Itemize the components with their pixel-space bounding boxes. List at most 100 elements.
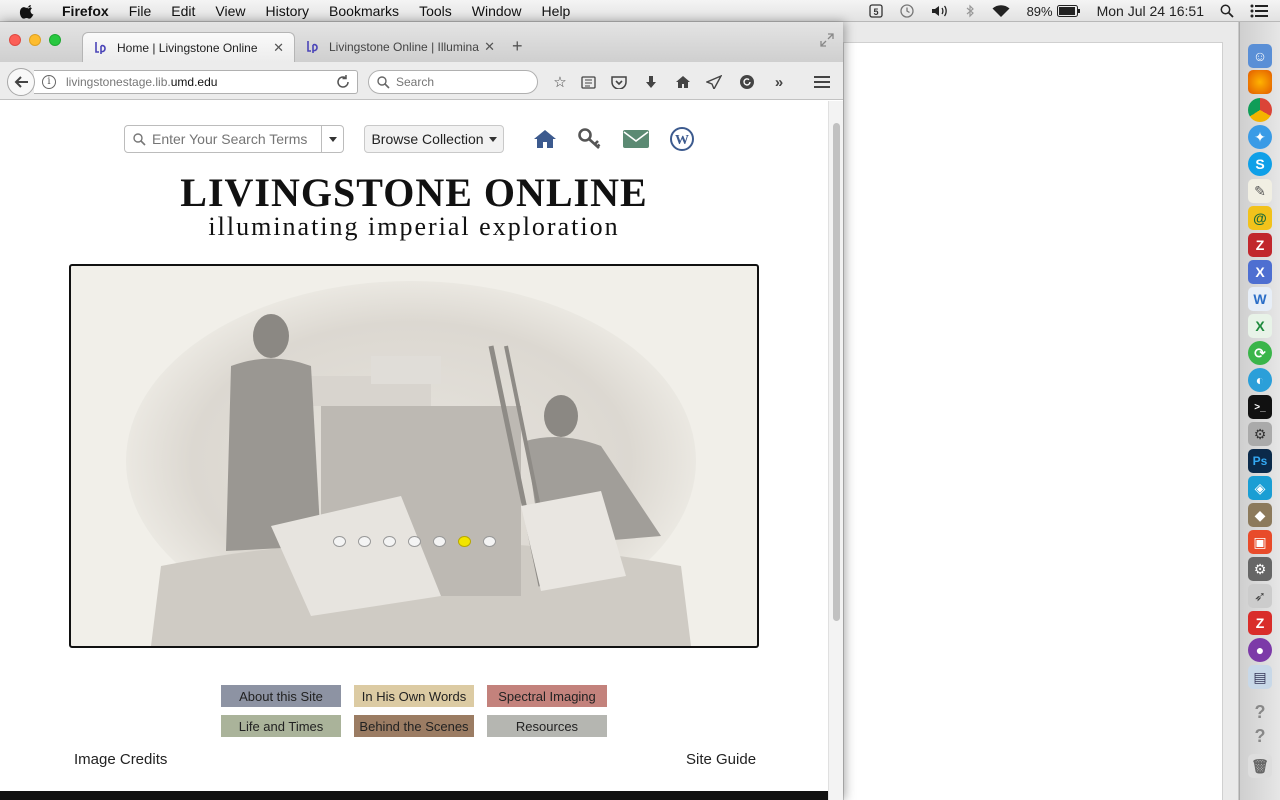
launchpad-icon[interactable]: ➶ (1248, 584, 1272, 608)
hamburger-menu-icon[interactable] (812, 72, 832, 92)
vpn-icon[interactable]: ◐ (1248, 368, 1272, 392)
unknown-app-icon[interactable]: ? (1248, 724, 1272, 748)
word-icon[interactable]: W (1248, 287, 1272, 311)
presentation-icon[interactable]: ▣ (1248, 530, 1272, 554)
menu-edit[interactable]: Edit (161, 3, 205, 19)
filezilla-icon[interactable]: Z (1248, 233, 1272, 257)
url-text[interactable]: livingstonestage.lib.umd.edu (66, 75, 217, 89)
menu-window[interactable]: Window (462, 3, 532, 19)
battery-percent: 89% (1026, 3, 1053, 19)
image-credits-link[interactable]: Image Credits (74, 751, 167, 768)
terminal-icon[interactable]: >_ (1248, 395, 1272, 419)
site-info-icon[interactable]: i (42, 75, 56, 89)
image-carousel[interactable] (69, 264, 759, 648)
menu-firefox[interactable]: Firefox (52, 3, 119, 19)
zoom-window-button[interactable] (49, 34, 61, 46)
carousel-dot-4[interactable] (408, 536, 421, 547)
pocket-icon[interactable] (609, 72, 629, 92)
close-window-button[interactable] (9, 34, 21, 46)
home-button-icon[interactable] (673, 72, 693, 92)
html5-icon[interactable]: 5 (868, 4, 883, 18)
fullscreen-icon[interactable] (819, 32, 835, 48)
gimp-icon[interactable]: ◆ (1248, 503, 1272, 527)
carousel-dot-5[interactable] (433, 536, 446, 547)
nav-resources[interactable]: Resources (487, 715, 607, 737)
time-machine-icon[interactable] (899, 3, 915, 19)
trash-icon[interactable]: 🗑 (1248, 754, 1272, 778)
download-icon[interactable] (641, 72, 661, 92)
browser-search-input[interactable] (396, 75, 526, 89)
menu-view[interactable]: View (205, 3, 255, 19)
volume-icon[interactable] (931, 4, 949, 18)
nav-behind-the-scenes[interactable]: Behind the Scenes (354, 715, 474, 737)
textedit-icon[interactable]: ✎ (1248, 179, 1272, 203)
wordpress-icon[interactable]: W (667, 125, 697, 153)
apple-icon[interactable] (18, 3, 38, 19)
bookmark-star-icon[interactable]: ☆ (550, 72, 570, 92)
tab-livingstone-illuminating[interactable]: Livingstone Online | Illuminati ✕ (295, 32, 505, 62)
skype-icon[interactable]: S (1248, 152, 1272, 176)
automator-icon[interactable]: ⚙ (1248, 422, 1272, 446)
page-scrollbar[interactable] (828, 101, 843, 800)
menu-help[interactable]: Help (532, 3, 581, 19)
sync-status-icon[interactable] (737, 72, 757, 92)
battery-status[interactable]: 89% (1027, 4, 1081, 19)
site-search-input[interactable] (152, 131, 322, 147)
carousel-dot-1[interactable] (333, 536, 346, 547)
chrome-icon[interactable] (1248, 98, 1272, 122)
github-icon[interactable]: ● (1248, 638, 1272, 662)
cyberduck-icon[interactable]: @ (1248, 206, 1272, 230)
search-options-dropdown[interactable] (321, 126, 343, 152)
zotero-icon[interactable]: Z (1248, 611, 1272, 635)
close-tab-icon[interactable]: ✕ (273, 40, 284, 56)
spotlight-icon[interactable] (1220, 4, 1234, 18)
finder-icon[interactable]: ☺ (1248, 44, 1272, 68)
menu-tools[interactable]: Tools (409, 3, 462, 19)
carousel-indicators (333, 536, 496, 547)
photoshop-icon[interactable]: Ps (1248, 449, 1272, 473)
browser-search-bar[interactable] (368, 70, 538, 94)
minimize-window-button[interactable] (29, 34, 41, 46)
nav-life-and-times[interactable]: Life and Times (221, 715, 341, 737)
tab-home-livingstone[interactable]: Home | Livingstone Online ✕ (82, 32, 295, 62)
send-icon[interactable] (704, 72, 724, 92)
notification-center-icon[interactable] (1250, 4, 1268, 18)
menu-history[interactable]: History (255, 3, 319, 19)
nav-about-this-site[interactable]: About this Site (221, 685, 341, 707)
scrollbar-thumb[interactable] (833, 123, 840, 621)
key-icon[interactable] (575, 125, 605, 153)
sync-icon[interactable]: ⟳ (1248, 341, 1272, 365)
home-icon[interactable] (530, 125, 560, 153)
reading-list-icon[interactable] (578, 72, 598, 92)
system-preferences-icon[interactable]: ⚙ (1248, 557, 1272, 581)
firefox-dock-icon[interactable] (1248, 70, 1272, 94)
envelope-icon[interactable] (621, 125, 651, 153)
url-bar[interactable]: i livingstonestage.lib.umd.edu (34, 70, 358, 94)
carousel-dot-3[interactable] (383, 536, 396, 547)
unknown-app-icon[interactable]: ? (1248, 700, 1272, 724)
sourcetree-icon[interactable]: ◈ (1248, 476, 1272, 500)
reload-icon[interactable] (335, 74, 351, 90)
carousel-dot-2[interactable] (358, 536, 371, 547)
overflow-chevron-icon[interactable]: » (769, 72, 789, 92)
carousel-dot-7[interactable] (483, 536, 496, 547)
close-tab-icon[interactable]: ✕ (484, 39, 495, 55)
carousel-dot-6-active[interactable] (458, 536, 471, 547)
url-host: livingstonestage.lib. (66, 75, 171, 89)
nav-spectral-imaging[interactable]: Spectral Imaging (487, 685, 607, 707)
preview-icon[interactable]: ▤ (1248, 665, 1272, 689)
excel-icon[interactable]: X (1248, 314, 1272, 338)
nav-in-his-own-words[interactable]: In His Own Words (354, 685, 474, 707)
wifi-icon[interactable] (991, 4, 1011, 18)
back-button[interactable] (7, 68, 35, 96)
clock[interactable]: Mon Jul 24 16:51 (1097, 3, 1204, 19)
browse-collection-button[interactable]: Browse Collection (364, 125, 504, 153)
menu-file[interactable]: File (119, 3, 162, 19)
bluetooth-icon[interactable] (965, 4, 975, 18)
xquartz-icon[interactable]: X (1248, 260, 1272, 284)
new-tab-button[interactable]: + (512, 36, 523, 57)
site-search-box[interactable] (124, 125, 344, 153)
site-guide-link[interactable]: Site Guide (686, 751, 756, 768)
menu-bookmarks[interactable]: Bookmarks (319, 3, 409, 19)
safari-icon[interactable]: ✦ (1248, 125, 1272, 149)
